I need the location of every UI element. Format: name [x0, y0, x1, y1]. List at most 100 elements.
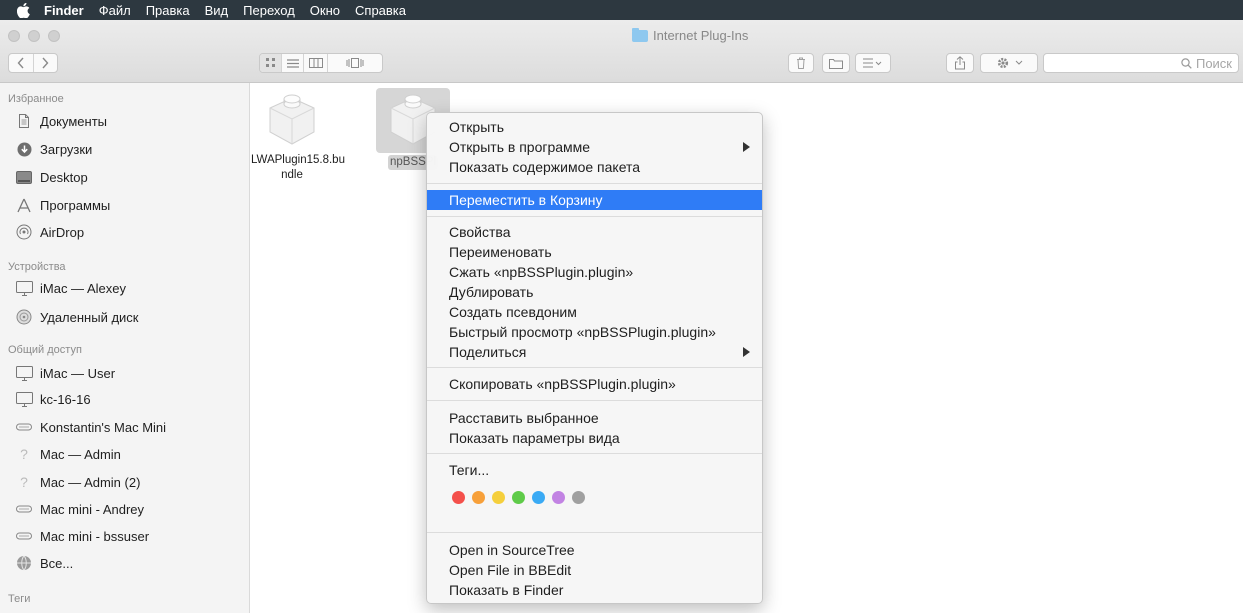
menu-item-show-in-finder[interactable]: Показать в Finder — [427, 580, 762, 600]
sidebar-item-documents[interactable]: Документы — [15, 111, 107, 131]
menu-item-copy[interactable]: Скопировать «npBSSPlugin.plugin» — [427, 374, 762, 394]
column-view-button[interactable] — [304, 54, 328, 72]
sidebar-item-imac-alexey[interactable]: iMac — Alexey — [15, 278, 126, 298]
sidebar-item-mac-admin[interactable]: ? Mac — Admin — [15, 444, 121, 464]
sidebar-header-tags: Теги — [8, 593, 31, 605]
sidebar-item-label: Konstantin's Mac Mini — [40, 419, 167, 435]
menu-help[interactable]: Справка — [355, 3, 406, 18]
menu-item-open[interactable]: Открыть — [427, 117, 762, 137]
menu-item-show-view-options[interactable]: Показать параметры вида — [427, 428, 762, 448]
share-button[interactable] — [946, 53, 974, 73]
trash-button[interactable] — [788, 53, 814, 73]
menu-view[interactable]: Вид — [205, 3, 229, 18]
new-folder-icon — [829, 58, 843, 69]
sidebar-item-all[interactable]: Все... — [15, 553, 73, 573]
sidebar-item-mac-mini-bssuser[interactable]: Mac mini - bssuser — [15, 526, 149, 546]
menu-edit[interactable]: Правка — [146, 3, 190, 18]
tag-blue[interactable] — [532, 491, 545, 504]
window-controls — [8, 30, 60, 42]
trash-icon — [797, 57, 805, 69]
sidebar-item-desktop[interactable]: Desktop — [15, 167, 88, 187]
tag-red[interactable] — [452, 491, 465, 504]
menu-go[interactable]: Переход — [243, 3, 295, 18]
mac-mini-icon — [15, 419, 33, 435]
airdrop-icon — [15, 224, 33, 240]
nav-buttons — [8, 53, 58, 73]
share-icon — [955, 56, 965, 70]
imac-icon — [15, 365, 33, 381]
apple-icon[interactable] — [14, 2, 32, 18]
sidebar-item-label: Программы — [40, 197, 111, 213]
file-name-line: LWAPlugin15.8.bu — [251, 154, 345, 166]
sidebar-item-mac-mini-andrey[interactable]: Mac mini - Andrey — [15, 499, 144, 519]
menu-item-quick-look[interactable]: Быстрый просмотр «npBSSPlugin.plugin» — [427, 322, 762, 342]
menu-item-make-alias[interactable]: Создать псевдоним — [427, 302, 762, 322]
search-icon — [1181, 57, 1192, 69]
sidebar-item-kc-16-16[interactable]: kc-16-16 — [15, 389, 91, 409]
menu-item-open-with[interactable]: Открыть в программе — [427, 137, 762, 157]
sidebar-item-applications[interactable]: Программы — [15, 195, 110, 215]
zoom-window-button[interactable] — [48, 30, 60, 42]
unknown-computer-icon: ? — [20, 474, 28, 490]
folder-icon — [632, 27, 648, 42]
tag-green[interactable] — [512, 491, 525, 504]
sidebar-item-mac-admin-2[interactable]: ? Mac — Admin (2) — [15, 472, 140, 492]
sidebar-header-devices: Устройства — [8, 261, 66, 273]
file-thumb — [251, 88, 333, 153]
menu-item-open-in-bbedit[interactable]: Open File in BBEdit — [427, 560, 762, 580]
grid-icon — [265, 58, 275, 67]
chevron-down-icon — [1015, 60, 1022, 65]
sidebar-item-konstantin-mac-mini[interactable]: Konstantin's Mac Mini — [15, 417, 166, 437]
sidebar-item-label: AirDrop — [40, 224, 85, 240]
coverflow-view-button[interactable] — [328, 54, 382, 72]
downloads-icon — [15, 141, 33, 157]
new-folder-button[interactable] — [822, 53, 850, 73]
sidebar-item-downloads[interactable]: Загрузки — [15, 139, 92, 159]
menu-item-arrange-selected[interactable]: Расставить выбранное — [427, 408, 762, 428]
sidebar-item-remote-disc[interactable]: Удаленный диск — [15, 307, 138, 327]
menu-item-get-info[interactable]: Свойства — [427, 222, 762, 242]
menu-item-compress[interactable]: Сжать «npBSSPlugin.plugin» — [427, 262, 762, 282]
sidebar-item-airdrop[interactable]: AirDrop — [15, 222, 84, 242]
back-button[interactable] — [9, 54, 34, 72]
mac-mini-icon — [15, 528, 33, 544]
sidebar-item-label: iMac — User — [40, 365, 116, 381]
sidebar: Избранное Документы Загрузки Desktop Про… — [0, 83, 250, 613]
context-menu: Открыть Открыть в программе Показать сод… — [426, 112, 763, 604]
tag-orange[interactable] — [472, 491, 485, 504]
menu-finder[interactable]: Finder — [44, 3, 84, 18]
menu-file[interactable]: Файл — [99, 3, 131, 18]
submenu-arrow-icon — [743, 347, 750, 357]
menu-item-share[interactable]: Поделиться — [427, 342, 762, 362]
menu-item-tags[interactable]: Теги... — [427, 460, 762, 480]
sidebar-item-label: Mac mini - Andrey — [40, 501, 145, 517]
menu-item-duplicate[interactable]: Дублировать — [427, 282, 762, 302]
menu-item-move-to-trash[interactable]: Переместить в Корзину — [427, 190, 762, 210]
arrange-button[interactable] — [855, 53, 891, 73]
tag-purple[interactable] — [552, 491, 565, 504]
menu-item-label: Поделиться — [449, 344, 527, 360]
close-window-button[interactable] — [8, 30, 20, 42]
gear-icon — [997, 57, 1008, 69]
menu-item-rename[interactable]: Переименовать — [427, 242, 762, 262]
menu-item-show-package-contents[interactable]: Показать содержимое пакета — [427, 157, 762, 177]
menu-item-open-in-sourcetree[interactable]: Open in SourceTree — [427, 540, 762, 560]
submenu-arrow-icon — [743, 142, 750, 152]
icon-view-button[interactable] — [260, 54, 282, 72]
sidebar-item-label: iMac — Alexey — [40, 280, 126, 296]
action-button[interactable] — [980, 53, 1038, 73]
sidebar-item-label: Все... — [40, 555, 74, 571]
forward-button[interactable] — [34, 54, 58, 72]
menu-separator — [427, 453, 762, 454]
desktop-icon — [15, 169, 33, 185]
sidebar-item-imac-user[interactable]: iMac — User — [15, 363, 115, 383]
sidebar-item-label: Документы — [40, 113, 108, 129]
menu-bar: Finder Файл Правка Вид Переход Окно Спра… — [0, 0, 1243, 20]
minimize-window-button[interactable] — [28, 30, 40, 42]
list-view-button[interactable] — [282, 54, 304, 72]
tag-yellow[interactable] — [492, 491, 505, 504]
menu-window[interactable]: Окно — [310, 3, 340, 18]
search-field[interactable]: Поиск — [1043, 53, 1239, 73]
tag-gray[interactable] — [572, 491, 585, 504]
file-item-lwaplugin[interactable]: LWAPlugin15.8.bu ndle — [251, 88, 345, 183]
